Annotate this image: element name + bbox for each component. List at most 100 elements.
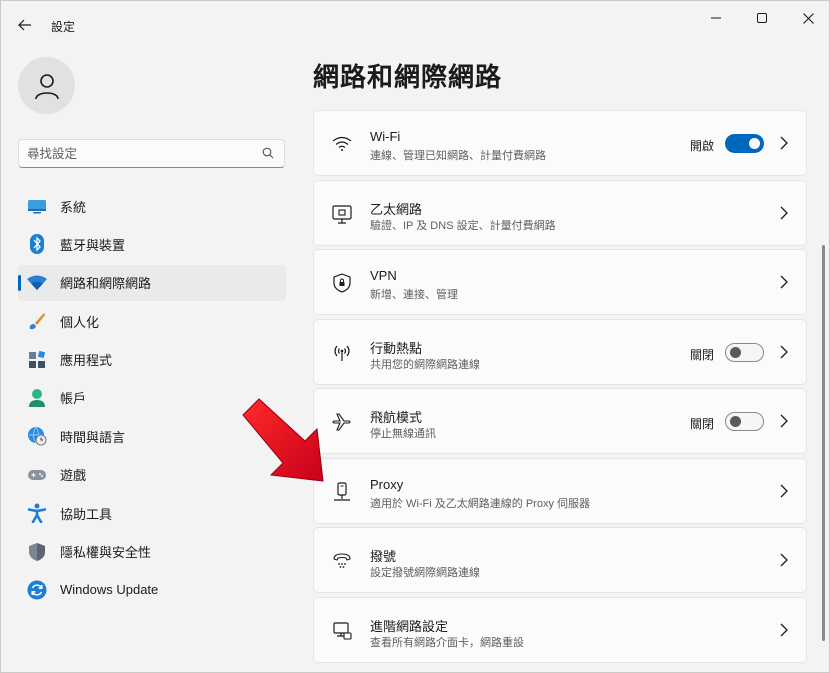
card-title: 飛航模式 <box>370 410 423 425</box>
sidebar-item-label: 協助工具 <box>60 506 113 522</box>
chevron-right-icon <box>780 275 788 289</box>
close-button[interactable] <box>785 1 830 35</box>
sidebar-item-accessibility[interactable]: 協助工具 <box>18 495 286 531</box>
sidebar-item-label: 隱私權與安全性 <box>60 545 152 561</box>
airplane-icon <box>331 411 353 433</box>
globe-clock-icon <box>27 426 47 446</box>
hotspot-toggle[interactable] <box>725 342 764 362</box>
shield-icon <box>27 542 47 562</box>
chevron-right-icon <box>780 136 788 150</box>
scrollbar[interactable] <box>822 245 825 641</box>
card-airplane-mode[interactable]: 飛航模式 停止無線通訊 關閉 <box>313 388 807 454</box>
window-controls <box>693 1 830 35</box>
sidebar-item-label: 時間與語言 <box>60 429 126 445</box>
card-description: 查看所有網路介面卡，網路重設 <box>370 636 524 649</box>
sidebar-item-gaming[interactable]: 遊戲 <box>18 457 286 493</box>
card-description: 設定撥號網際網路連線 <box>370 567 480 579</box>
toggle-status-label: 關閉 <box>689 347 714 362</box>
chevron-right-icon <box>780 345 788 358</box>
brush-icon <box>27 311 47 331</box>
sidebar-item-label: 網路和網際網路 <box>60 276 152 292</box>
airplane-mode-toggle[interactable] <box>725 412 764 431</box>
sidebar-item-system[interactable]: 系統 <box>18 188 286 224</box>
maximize-icon <box>757 13 767 23</box>
card-description: 連線、管理已知網路、計量付費網路 <box>370 150 546 162</box>
advanced-network-icon <box>331 620 353 642</box>
card-description: 驗證、IP 及 DNS 設定、計量付費網路 <box>370 219 556 232</box>
card-description: 適用於 Wi-Fi 及乙太網路連線的 Proxy 伺服器 <box>370 497 590 510</box>
sidebar-item-bluetooth[interactable]: 藍牙與裝置 <box>18 226 286 262</box>
dialup-icon <box>331 550 353 572</box>
user-icon <box>34 73 59 99</box>
sidebar-item-label: 帳戶 <box>60 391 87 407</box>
sidebar-item-apps[interactable]: 應用程式 <box>18 342 286 378</box>
chevron-right-icon <box>780 414 788 428</box>
display-icon <box>27 196 47 216</box>
hotspot-icon <box>331 342 353 364</box>
update-icon <box>27 580 47 600</box>
title-bar: 設定 <box>1 1 830 45</box>
chevron-right-icon <box>780 623 788 636</box>
chevron-right-icon <box>780 484 788 497</box>
gamepad-icon <box>27 465 47 485</box>
card-description: 停止無線通訊 <box>370 428 436 440</box>
sidebar-item-network[interactable]: 網路和網際網路 <box>18 264 286 301</box>
card-description: 共用您的網際網路連線 <box>370 358 480 371</box>
bluetooth-icon <box>27 234 47 255</box>
vpn-shield-icon <box>331 272 353 294</box>
sidebar-nav: 系統 藍牙與裝置 網路和網際網路 個人化 應用程式 帳戶 時間與語言 遊戲 協助… <box>18 188 286 610</box>
card-proxy[interactable]: Proxy 適用於 Wi-Fi 及乙太網路連線的 Proxy 伺服器 <box>313 457 807 524</box>
settings-card-list: Wi-Fi 連線、管理已知網路、計量付費網路 開啟 乙太網路 驗證、IP 及 D… <box>313 110 807 666</box>
chevron-right-icon <box>780 553 788 567</box>
sidebar-item-time-language[interactable]: 時間與語言 <box>18 418 286 454</box>
wifi-toggle[interactable] <box>725 134 764 153</box>
minimize-icon <box>711 17 721 19</box>
wifi-icon <box>27 273 47 293</box>
sidebar-item-label: 藍牙與裝置 <box>60 237 126 253</box>
card-title: 行動熱點 <box>370 340 423 356</box>
sidebar-item-accounts[interactable]: 帳戶 <box>18 380 286 416</box>
sidebar-item-label: 應用程式 <box>60 353 113 369</box>
app-title: 設定 <box>51 20 76 34</box>
card-title: 乙太網路 <box>370 201 423 217</box>
sidebar-item-label: 遊戲 <box>60 468 87 484</box>
avatar[interactable] <box>18 57 75 114</box>
card-wifi[interactable]: Wi-Fi 連線、管理已知網路、計量付費網路 開啟 <box>313 110 807 176</box>
maximize-button[interactable] <box>739 1 785 35</box>
card-title: Wi-Fi <box>370 129 401 144</box>
sidebar-item-label: 個人化 <box>60 314 100 330</box>
card-title: VPN <box>370 268 397 283</box>
search-input[interactable] <box>27 145 252 163</box>
search-box[interactable] <box>18 139 285 168</box>
accessibility-icon <box>27 503 47 524</box>
card-mobile-hotspot[interactable]: 行動熱點 共用您的網際網路連線 關閉 <box>313 318 807 385</box>
settings-window: 設定 系統 <box>0 0 830 673</box>
back-arrow-icon <box>18 19 31 31</box>
card-ethernet[interactable]: 乙太網路 驗證、IP 及 DNS 設定、計量付費網路 <box>313 179 807 246</box>
wifi-icon <box>331 133 353 155</box>
sidebar-item-windows-update[interactable]: Windows Update <box>18 572 286 608</box>
sidebar-item-label: 系統 <box>60 199 87 215</box>
card-title: Proxy <box>370 476 404 492</box>
close-icon <box>802 12 814 24</box>
minimize-button[interactable] <box>693 1 739 35</box>
person-icon <box>27 388 47 408</box>
sidebar-item-personalization[interactable]: 個人化 <box>18 303 286 339</box>
back-button[interactable] <box>11 11 39 39</box>
chevron-right-icon <box>780 206 788 219</box>
toggle-status-label: 關閉 <box>689 417 714 431</box>
card-title: 進階網路設定 <box>370 618 449 634</box>
toggle-status-label: 開啟 <box>689 139 714 153</box>
card-title: 撥號 <box>370 549 397 564</box>
page-title: 網路和網際網路 <box>313 62 503 92</box>
apps-icon <box>27 350 47 370</box>
card-dial-up[interactable]: 撥號 設定撥號網際網路連線 <box>313 527 807 593</box>
card-vpn[interactable]: VPN 新增、連接、管理 <box>313 249 807 315</box>
proxy-icon <box>331 481 353 503</box>
card-advanced-network-settings[interactable]: 進階網路設定 查看所有網路介面卡，網路重設 <box>313 596 807 663</box>
search-icon[interactable] <box>262 147 274 159</box>
sidebar-item-label: Windows Update <box>60 582 159 598</box>
sidebar-item-privacy[interactable]: 隱私權與安全性 <box>18 534 286 570</box>
ethernet-icon <box>331 203 353 225</box>
card-description: 新增、連接、管理 <box>370 289 458 301</box>
